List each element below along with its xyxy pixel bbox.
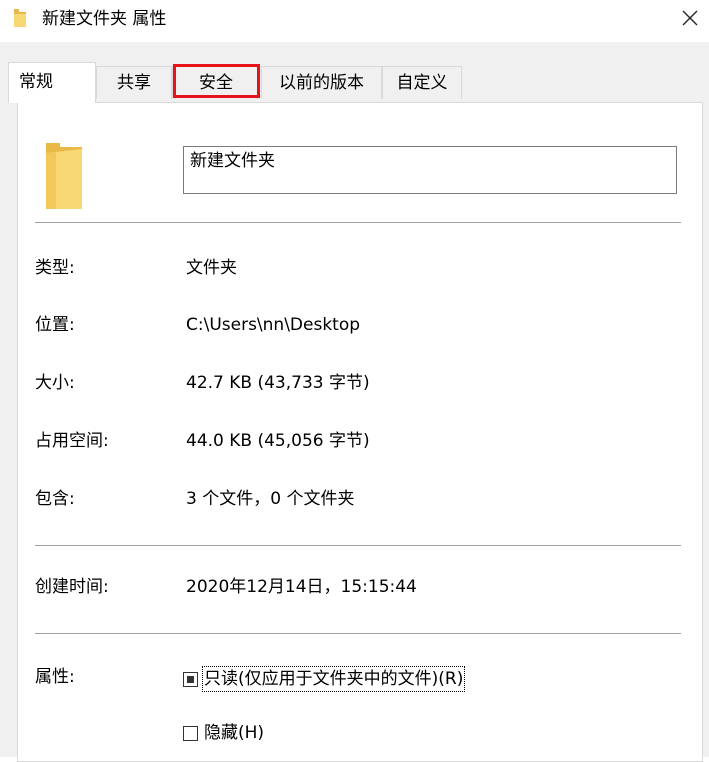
tab-strip: 常规 共享 安全 以前的版本 自定义 bbox=[0, 42, 709, 103]
close-icon bbox=[682, 10, 698, 26]
disk-size-label: 占用空间: bbox=[35, 431, 109, 451]
location-label: 位置: bbox=[35, 315, 75, 335]
attributes-label: 属性: bbox=[35, 667, 75, 687]
size-label: 大小: bbox=[35, 373, 75, 393]
tab-previous-versions[interactable]: 以前的版本 bbox=[261, 66, 382, 99]
size-value: 42.7 KB (43,733 字节) bbox=[186, 373, 370, 393]
readonly-checkbox-row[interactable]: 只读(仅应用于文件夹中的文件)(R) bbox=[183, 666, 466, 692]
disk-size-value: 44.0 KB (45,056 字节) bbox=[186, 431, 370, 451]
tab-label: 常规 bbox=[19, 72, 53, 92]
window-title: 新建文件夹 属性 bbox=[42, 9, 167, 29]
hidden-checkbox[interactable] bbox=[183, 725, 198, 741]
close-button[interactable] bbox=[676, 4, 704, 32]
divider bbox=[35, 222, 681, 223]
dialog-body: 常规 共享 安全 以前的版本 自定义 新建文件夹 类型: 文件夹 位置: C:\… bbox=[0, 42, 709, 762]
hidden-checkbox-row[interactable]: 隐藏(H) bbox=[183, 721, 265, 745]
tab-label: 以前的版本 bbox=[279, 73, 364, 93]
folder-name-input[interactable]: 新建文件夹 bbox=[183, 146, 677, 194]
readonly-label: 只读(仅应用于文件夹中的文件)(R) bbox=[201, 666, 466, 692]
hidden-label: 隐藏(H) bbox=[204, 723, 265, 743]
tab-customize[interactable]: 自定义 bbox=[382, 66, 462, 99]
tab-security[interactable]: 安全 bbox=[172, 66, 260, 99]
folder-icon bbox=[44, 141, 84, 215]
readonly-checkbox[interactable] bbox=[183, 671, 198, 687]
divider bbox=[35, 545, 681, 546]
divider bbox=[35, 633, 681, 634]
location-value: C:\Users\nn\Desktop bbox=[186, 315, 361, 335]
tab-label: 安全 bbox=[199, 73, 233, 93]
tab-sharing[interactable]: 共享 bbox=[96, 66, 172, 99]
title-bar: 新建文件夹 属性 bbox=[0, 0, 709, 42]
contains-value: 3 个文件，0 个文件夹 bbox=[186, 489, 355, 509]
created-value: 2020年12月14日，15:15:44 bbox=[186, 577, 417, 597]
type-label: 类型: bbox=[35, 258, 75, 278]
tab-label: 自定义 bbox=[396, 73, 448, 93]
folder-icon bbox=[13, 8, 27, 32]
general-panel: 新建文件夹 类型: 文件夹 位置: C:\Users\nn\Desktop 大小… bbox=[17, 102, 703, 762]
contains-label: 包含: bbox=[35, 489, 75, 509]
created-label: 创建时间: bbox=[35, 577, 109, 597]
type-value: 文件夹 bbox=[186, 258, 237, 278]
tab-label: 共享 bbox=[117, 73, 151, 93]
tab-general[interactable]: 常规 bbox=[8, 62, 96, 103]
